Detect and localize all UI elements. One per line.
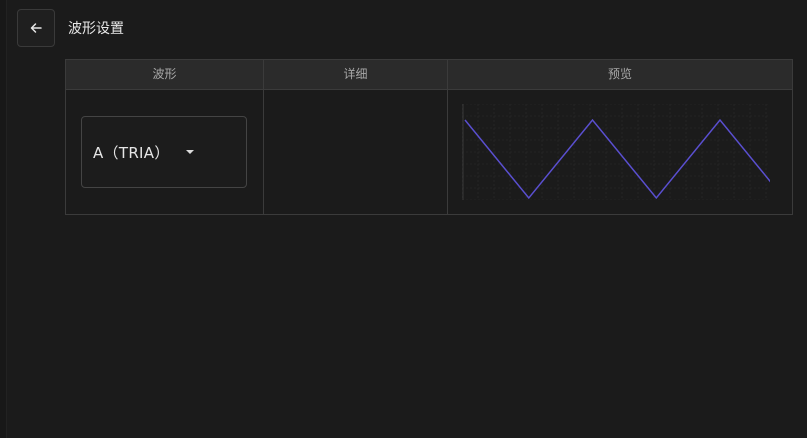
waveform-table: 波形 详细 预览 A（TRIA） xyxy=(65,59,793,215)
waveform-preview xyxy=(462,104,770,200)
column-header-detail: 详细 xyxy=(343,67,368,81)
column-header-preview: 预览 xyxy=(607,67,632,81)
arrow-left-icon xyxy=(30,23,42,33)
table-header: 波形 详细 预览 xyxy=(66,60,792,90)
column-divider xyxy=(263,60,264,214)
caret-down-icon xyxy=(185,150,194,154)
triangle-wave-line xyxy=(464,118,770,200)
page-title: 波形设置 xyxy=(68,21,124,37)
waveform-select-value: A（TRIA） xyxy=(93,143,170,162)
column-divider xyxy=(447,60,448,214)
back-button[interactable] xyxy=(17,9,55,47)
waveform-settings-page: 波形设置 波形 详细 预览 A（TRIA） xyxy=(0,0,807,438)
window-left-edge xyxy=(0,0,7,438)
column-header-waveform: 波形 xyxy=(152,67,177,81)
waveform-select[interactable]: A（TRIA） xyxy=(81,116,247,188)
